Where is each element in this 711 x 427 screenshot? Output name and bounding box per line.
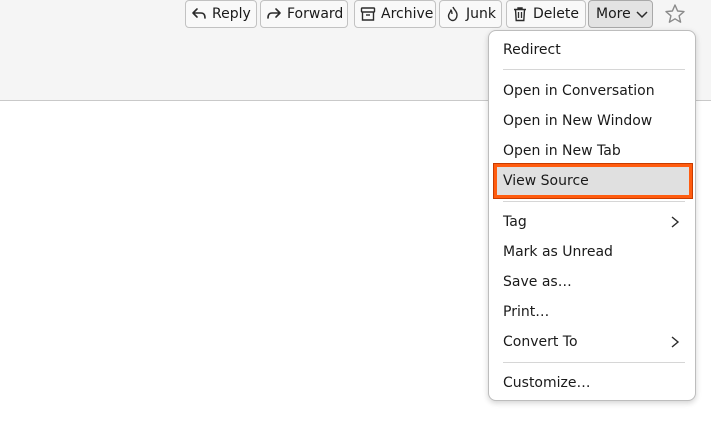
reply-icon [191,6,207,22]
forward-label: Forward [287,6,344,22]
menu-item-convert-to[interactable]: Convert To [497,328,689,356]
forward-button[interactable]: Forward [260,0,348,28]
archive-icon [360,6,376,22]
menu-item-label: Save as… [503,274,572,290]
menu-item-label: Convert To [503,334,578,350]
menu-item-label: Print… [503,304,550,320]
archive-button[interactable]: Archive [354,0,436,28]
junk-button[interactable]: Junk [439,0,502,28]
chevron-right-icon [669,215,681,233]
archive-label: Archive [381,6,434,22]
reply-button[interactable]: Reply [185,0,257,28]
more-button[interactable]: More [588,0,653,28]
menu-item-label: View Source [503,173,589,189]
more-menu: Redirect Open in Conversation Open in Ne… [488,30,696,401]
junk-label: Junk [466,6,496,22]
menu-item-save-as[interactable]: Save as… [497,268,689,296]
menu-item-redirect[interactable]: Redirect [497,36,689,64]
menu-item-label: Open in New Window [503,113,653,129]
menu-item-open-in-conversation[interactable]: Open in Conversation [497,77,689,105]
junk-flame-icon [445,6,461,22]
menu-separator [503,69,685,70]
more-label: More [596,6,631,22]
menu-item-label: Open in New Tab [503,143,621,159]
delete-label: Delete [533,6,579,22]
menu-item-label: Redirect [503,42,561,58]
menu-item-customize[interactable]: Customize… [497,369,689,397]
chevron-right-icon [669,335,681,353]
menu-separator [503,201,685,202]
menu-item-tag[interactable]: Tag [497,208,689,236]
menu-item-label: Tag [503,214,527,230]
menu-item-mark-as-unread[interactable]: Mark as Unread [497,238,689,266]
menu-item-view-source[interactable]: View Source [494,164,692,198]
chevron-down-icon [635,7,649,21]
menu-item-label: Mark as Unread [503,244,613,260]
menu-item-label: Open in Conversation [503,83,655,99]
forward-icon [266,6,282,22]
menu-item-print[interactable]: Print… [497,298,689,326]
reply-label: Reply [212,6,251,22]
menu-item-open-in-new-tab[interactable]: Open in New Tab [497,137,689,165]
menu-item-label: Customize… [503,375,591,391]
trash-icon [512,6,528,22]
menu-item-open-in-new-window[interactable]: Open in New Window [497,107,689,135]
menu-separator [503,362,685,363]
star-icon[interactable] [664,3,686,25]
delete-button[interactable]: Delete [506,0,586,28]
